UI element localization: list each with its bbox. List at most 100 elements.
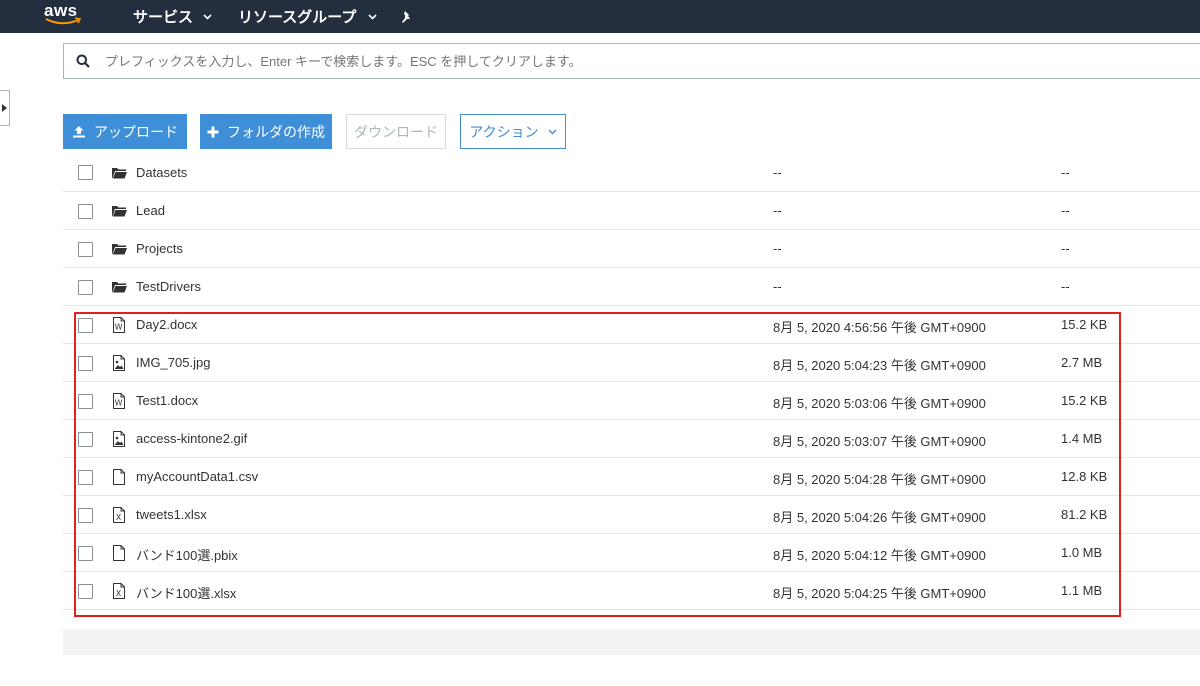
excel-file-icon: X — [111, 583, 127, 599]
actions-label: アクション — [469, 123, 539, 140]
folder-icon — [111, 165, 127, 181]
object-name-link[interactable]: Projects — [136, 241, 183, 256]
last-modified-cell: -- — [773, 241, 782, 256]
folder-row[interactable]: TestDrivers -- -- — [63, 268, 1200, 306]
last-modified-cell: -- — [773, 165, 782, 180]
folder-row[interactable]: Datasets -- -- — [63, 154, 1200, 192]
size-cell: -- — [1061, 165, 1070, 180]
last-modified-cell: -- — [773, 203, 782, 218]
object-name-link[interactable]: IMG_705.jpg — [136, 355, 210, 370]
object-name-link[interactable]: TestDrivers — [136, 279, 201, 294]
download-label: ダウンロード — [354, 123, 438, 140]
services-label: サービス — [133, 9, 194, 26]
row-checkbox[interactable] — [78, 356, 93, 371]
word-file-icon: W — [111, 317, 127, 333]
size-cell: -- — [1061, 279, 1070, 294]
size-cell: 12.8 KB — [1061, 469, 1108, 484]
upload-button[interactable]: アップロード — [63, 114, 187, 149]
aws-smile-icon — [45, 17, 82, 25]
search-icon — [76, 54, 90, 68]
file-icon — [111, 545, 127, 561]
row-checkbox[interactable] — [78, 242, 93, 257]
file-row[interactable]: X バンド100選.xlsx 8月 5, 2020 5:04:25 午後 GMT+0… — [63, 572, 1200, 610]
folder-icon — [111, 279, 127, 295]
file-icon — [111, 469, 127, 485]
image-file-icon — [111, 431, 127, 447]
upload-icon — [73, 126, 85, 138]
size-cell: 2.7 MB — [1061, 355, 1103, 370]
folder-icon — [111, 203, 127, 219]
folder-row[interactable]: Projects -- -- — [63, 230, 1200, 268]
object-name-link[interactable]: access-kintone2.gif — [136, 431, 247, 446]
row-checkbox[interactable] — [78, 584, 93, 599]
size-cell: 1.4 MB — [1061, 431, 1103, 446]
search-bar[interactable] — [63, 43, 1200, 79]
create-folder-button[interactable]: フォルダの作成 — [200, 114, 332, 149]
row-checkbox[interactable] — [78, 318, 93, 333]
table-footer — [63, 629, 1200, 655]
resource-groups-menu[interactable]: リソースグループ — [238, 0, 377, 33]
object-name-link[interactable]: Day2.docx — [136, 317, 197, 332]
create-folder-label: フォルダの作成 — [227, 123, 325, 140]
download-button[interactable]: ダウンロード — [346, 114, 446, 149]
chevron-down-icon — [368, 13, 377, 20]
object-name-link[interactable]: Test1.docx — [136, 393, 198, 408]
object-name-link[interactable]: Lead — [136, 203, 165, 218]
last-modified-cell: 8月 5, 2020 5:03:07 午後 GMT+0900 — [773, 434, 986, 449]
size-cell: 15.2 KB — [1061, 393, 1108, 408]
file-row[interactable]: W Test1.docx 8月 5, 2020 5:03:06 午後 GMT+090… — [63, 382, 1200, 420]
pin-button[interactable] — [400, 0, 414, 33]
size-cell: 15.2 KB — [1061, 317, 1108, 332]
file-row[interactable]: access-kintone2.gif 8月 5, 2020 5:03:07 午後… — [63, 420, 1200, 458]
top-nav-bar: aws サービス リソースグループ — [0, 0, 1200, 33]
object-name-link[interactable]: myAccountData1.csv — [136, 469, 258, 484]
last-modified-cell: 8月 5, 2020 5:03:06 午後 GMT+0900 — [773, 396, 986, 411]
size-cell: -- — [1061, 241, 1070, 256]
svg-text:X: X — [116, 513, 122, 522]
row-checkbox[interactable] — [78, 432, 93, 447]
file-row[interactable]: バンド100選.pbix 8月 5, 2020 5:04:12 午後 GMT+09… — [63, 534, 1200, 572]
objects-table: Datasets -- -- Lead -- -- Projects -- -- TestDriv… — [63, 154, 1200, 610]
last-modified-cell: 8月 5, 2020 5:04:25 午後 GMT+0900 — [773, 586, 986, 601]
file-row[interactable]: W Day2.docx 8月 5, 2020 4:56:56 午後 GMT+0900… — [63, 306, 1200, 344]
last-modified-cell: 8月 5, 2020 5:04:28 午後 GMT+0900 — [773, 472, 986, 487]
chevron-down-icon — [548, 129, 557, 134]
row-checkbox[interactable] — [78, 470, 93, 485]
svg-text:X: X — [116, 589, 122, 598]
object-name-link[interactable]: バンド100選.xlsx — [136, 583, 236, 602]
row-checkbox[interactable] — [78, 508, 93, 523]
size-cell: 81.2 KB — [1061, 507, 1108, 522]
services-menu[interactable]: サービス — [133, 0, 212, 33]
folder-row[interactable]: Lead -- -- — [63, 192, 1200, 230]
object-name-link[interactable]: バンド100選.pbix — [136, 545, 238, 564]
actions-dropdown[interactable]: アクション — [460, 114, 566, 149]
size-cell: 1.0 MB — [1061, 545, 1103, 560]
upload-label: アップロード — [94, 123, 178, 140]
object-name-link[interactable]: Datasets — [136, 165, 187, 180]
last-modified-cell: 8月 5, 2020 4:56:56 午後 GMT+0900 — [773, 320, 986, 335]
file-row[interactable]: myAccountData1.csv 8月 5, 2020 5:04:28 午後 … — [63, 458, 1200, 496]
word-file-icon: W — [111, 393, 127, 409]
row-checkbox[interactable] — [78, 394, 93, 409]
plus-icon — [207, 126, 219, 137]
svg-text:W: W — [115, 399, 123, 408]
chevron-down-icon — [203, 13, 212, 20]
object-name-link[interactable]: tweets1.xlsx — [136, 507, 207, 522]
file-row[interactable]: Xtweets1.xlsx 8月 5, 2020 5:04:26 午後 GMT+0… — [63, 496, 1200, 534]
image-file-icon — [111, 355, 127, 371]
size-cell: -- — [1061, 203, 1070, 218]
size-cell: 1.1 MB — [1061, 583, 1103, 598]
row-checkbox[interactable] — [78, 204, 93, 219]
row-checkbox[interactable] — [78, 165, 93, 180]
search-input[interactable] — [105, 53, 1105, 69]
side-panel-toggle[interactable] — [0, 90, 10, 126]
file-row[interactable]: IMG_705.jpg 8月 5, 2020 5:04:23 午後 GMT+090… — [63, 344, 1200, 382]
excel-file-icon: X — [111, 507, 127, 523]
row-checkbox[interactable] — [78, 546, 93, 561]
aws-logo[interactable]: aws — [44, 2, 88, 30]
row-checkbox[interactable] — [78, 280, 93, 295]
caret-right-icon — [2, 104, 7, 112]
pin-icon — [402, 10, 410, 23]
folder-icon — [111, 241, 127, 257]
last-modified-cell: 8月 5, 2020 5:04:26 午後 GMT+0900 — [773, 510, 986, 525]
